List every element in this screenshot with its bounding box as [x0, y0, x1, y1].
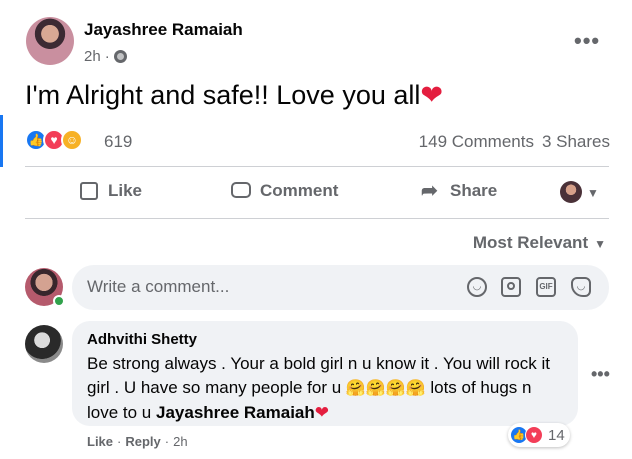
- comment-bubble: Adhvithi Shetty Be strong always . Your …: [72, 321, 578, 426]
- comment-action-sep: ·: [164, 434, 170, 449]
- post-card: Jayashree Ramaiah 2h · ••• I'm Alright a…: [0, 0, 632, 459]
- comment-more-button[interactable]: •••: [591, 364, 610, 385]
- share-label: Share: [450, 181, 498, 200]
- comment-composer[interactable]: ◡ GIF ◡: [72, 265, 609, 310]
- divider-top: [25, 166, 609, 167]
- gif-icon[interactable]: GIF: [536, 277, 556, 297]
- comment-action-sep: ·: [117, 434, 122, 449]
- reaction-icons[interactable]: 👍 ♥ ☺: [25, 129, 83, 151]
- comment-mention[interactable]: Jayashree Ramaiah: [156, 403, 315, 422]
- comment-button[interactable]: Comment: [230, 180, 338, 202]
- post-more-button[interactable]: •••: [574, 28, 600, 54]
- sticker-icon[interactable]: ◡: [571, 277, 591, 297]
- thumbs-up-icon: [78, 180, 100, 202]
- globe-icon[interactable]: [113, 50, 127, 63]
- post-message: I'm Alright and safe!! Love you all: [25, 80, 421, 110]
- comment-like-link[interactable]: Like: [87, 434, 113, 449]
- post-author[interactable]: Jayashree Ramaiah: [84, 20, 243, 40]
- care-reaction-icon: ☺: [61, 129, 83, 151]
- chevron-down-icon: ▼: [594, 237, 606, 251]
- comment-input[interactable]: [87, 277, 447, 297]
- share-icon: ➦: [421, 180, 438, 202]
- comment-actions: Like · Reply · 2h: [87, 434, 188, 449]
- reaction-count[interactable]: 619: [104, 132, 132, 152]
- comment-author[interactable]: Adhvithi Shetty: [87, 331, 197, 348]
- shares-count[interactable]: 3 Shares: [542, 132, 610, 152]
- comment-reaction-count: 14: [548, 426, 565, 444]
- comment-icon: [230, 180, 252, 202]
- hug-emoji-icon: 🤗🤗🤗🤗: [345, 380, 426, 397]
- divider-bottom: [25, 218, 609, 219]
- like-label: Like: [108, 181, 143, 200]
- comment-sort-dropdown[interactable]: Most Relevant ▼: [473, 233, 606, 253]
- emoji-icon[interactable]: ◡: [467, 277, 487, 297]
- comment-time[interactable]: 2h: [173, 434, 187, 449]
- comment-reactions[interactable]: 👍 ♥ 14: [508, 423, 570, 447]
- author-avatar[interactable]: [26, 17, 74, 65]
- post-stats: 149 Comments 3 Shares: [419, 132, 610, 152]
- focus-marker: [0, 115, 3, 167]
- chevron-down-icon[interactable]: ▼: [587, 186, 599, 200]
- heart-icon: ❤: [314, 403, 330, 422]
- comment-reply-link[interactable]: Reply: [125, 434, 160, 449]
- meta-separator: ·: [104, 48, 110, 65]
- commenter-avatar[interactable]: [25, 325, 63, 363]
- love-reaction-icon: ♥: [525, 426, 543, 444]
- like-button[interactable]: Like: [78, 180, 142, 202]
- post-text: I'm Alright and safe!! Love you all❤: [25, 80, 443, 111]
- reaction-profile-avatar[interactable]: [560, 181, 582, 203]
- online-status-dot: [53, 295, 65, 307]
- heart-icon: ❤: [420, 80, 444, 110]
- comments-count[interactable]: 149 Comments: [419, 132, 534, 152]
- share-button[interactable]: ➦ Share: [420, 180, 497, 202]
- comment-text: Be strong always . Your a bold girl n u …: [87, 352, 567, 425]
- comment-label: Comment: [260, 181, 339, 200]
- camera-icon[interactable]: [501, 277, 521, 297]
- post-meta: 2h ·: [84, 48, 127, 65]
- post-time[interactable]: 2h: [84, 48, 101, 65]
- sort-label: Most Relevant: [472, 233, 589, 252]
